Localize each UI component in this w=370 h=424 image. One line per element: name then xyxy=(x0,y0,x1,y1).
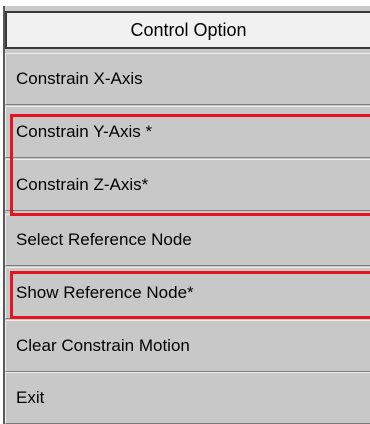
menu-item-clear-constrain-motion[interactable]: Clear Constrain Motion xyxy=(5,320,370,372)
menu-item-constrain-z-axis[interactable]: Constrain Z-Axis* xyxy=(5,159,370,211)
menu-item-show-reference-node[interactable]: Show Reference Node* xyxy=(5,267,370,319)
menu-item-select-reference-node[interactable]: Select Reference Node xyxy=(5,214,370,266)
menu-title: Control Option xyxy=(5,11,370,49)
menu-item-exit[interactable]: Exit xyxy=(5,372,370,424)
menu-item-constrain-x-axis[interactable]: Constrain X-Axis xyxy=(5,53,370,105)
menu-item-constrain-y-axis[interactable]: Constrain Y-Axis * xyxy=(5,106,370,158)
